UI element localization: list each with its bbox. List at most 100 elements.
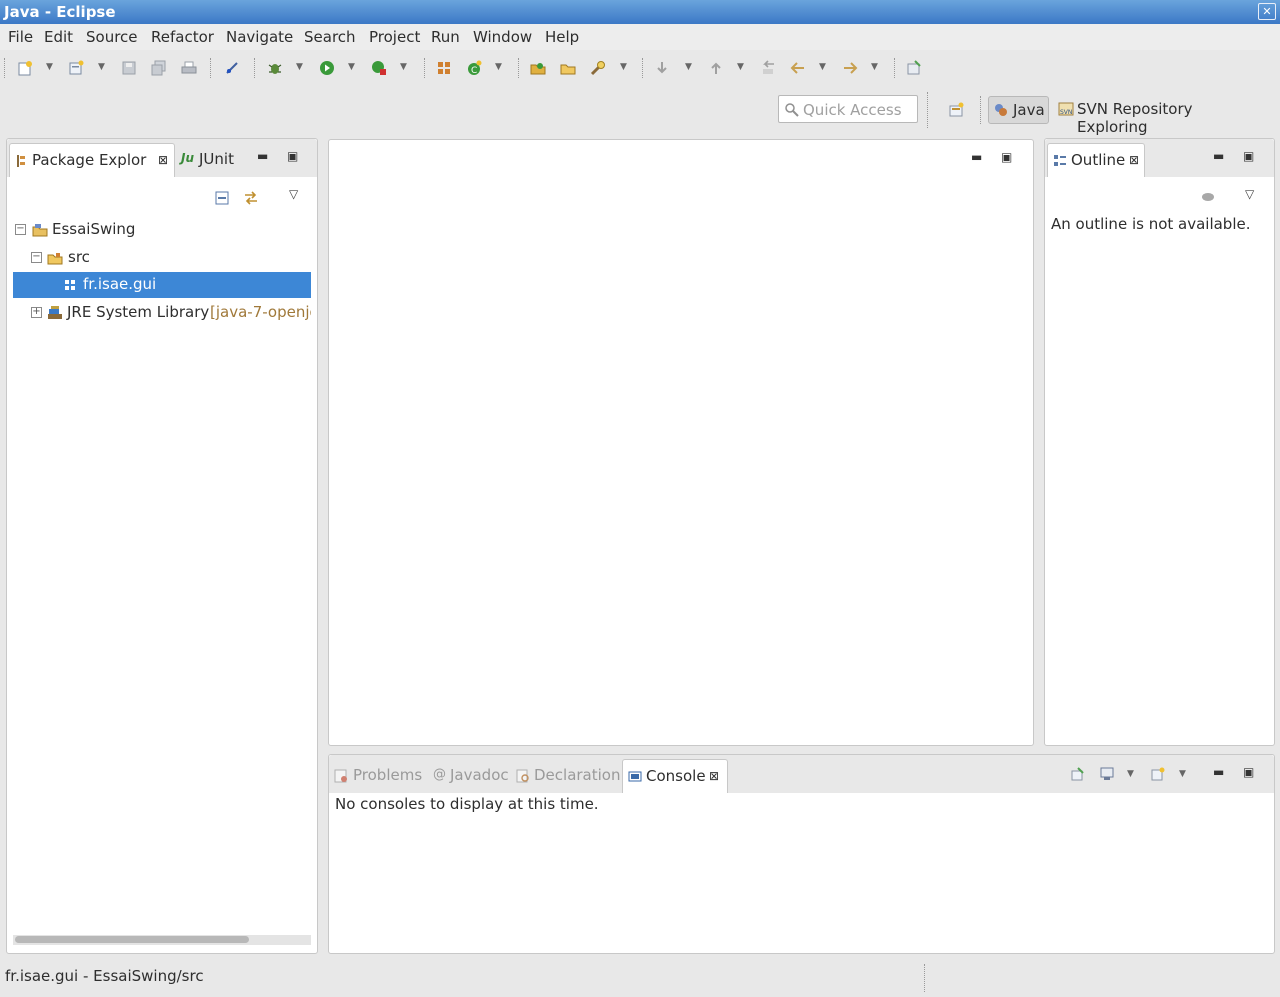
forward-icon[interactable]	[842, 60, 858, 76]
collapse-all-icon[interactable]	[215, 191, 229, 205]
tab-javadoc[interactable]: @ Javadoc	[431, 759, 511, 793]
new-java-package-icon[interactable]	[436, 60, 452, 76]
collapse-toggle-icon[interactable]: −	[31, 252, 42, 263]
save-icon[interactable]	[121, 60, 137, 76]
toolbar-separator	[254, 58, 255, 78]
run-icon[interactable]	[319, 60, 335, 76]
minimize-icon[interactable]: ▬	[257, 150, 268, 162]
status-separator	[924, 964, 925, 992]
horizontal-scrollbar[interactable]	[13, 935, 311, 945]
status-text: fr.isae.gui - EssaiSwing/src	[5, 967, 204, 985]
menu-search[interactable]: Search	[304, 28, 356, 46]
package-icon	[65, 280, 75, 290]
forward-dropdown-icon[interactable]: ▼	[871, 62, 878, 72]
pin-console-icon[interactable]	[1071, 767, 1085, 781]
save-all-icon[interactable]	[151, 60, 167, 76]
close-tab-icon[interactable]: ⊠	[1129, 153, 1139, 167]
javadoc-icon: @	[433, 767, 446, 782]
tab-problems[interactable]: Problems	[331, 759, 429, 793]
open-resource-icon[interactable]	[560, 60, 576, 76]
toggle-breakpoint-icon[interactable]	[224, 60, 240, 76]
minimize-icon[interactable]: ▬	[971, 151, 982, 163]
new-icon[interactable]	[17, 60, 33, 76]
open-type-icon[interactable]	[530, 60, 546, 76]
maximize-icon[interactable]: ▣	[1243, 766, 1254, 778]
view-menu-icon[interactable]: ▽	[289, 187, 298, 201]
new-java-project-icon[interactable]	[68, 60, 84, 76]
quick-access-placeholder: Quick Access	[803, 101, 902, 119]
maximize-icon[interactable]: ▣	[287, 150, 298, 162]
last-edit-location-icon[interactable]	[760, 60, 776, 76]
new-dropdown-icon[interactable]: ▼	[46, 62, 53, 72]
source-folder-icon	[47, 253, 63, 265]
tab-declaration[interactable]: Declaration	[513, 759, 621, 793]
menu-window[interactable]: Window	[473, 28, 532, 46]
menu-source[interactable]: Source	[86, 28, 138, 46]
close-window-button[interactable]: ✕	[1258, 3, 1276, 20]
back-icon[interactable]	[790, 60, 806, 76]
run-external-tool-icon[interactable]	[371, 60, 387, 76]
tree-item-package[interactable]: fr.isae.gui	[13, 272, 311, 298]
search-dropdown-icon[interactable]: ▼	[620, 62, 627, 72]
collapse-toggle-icon[interactable]: −	[15, 224, 26, 235]
tab-junit[interactable]: Ju JUnit	[179, 143, 245, 177]
close-tab-icon[interactable]: ⊠	[158, 153, 168, 167]
debug-dropdown-icon[interactable]: ▼	[296, 62, 303, 72]
expand-toggle-icon[interactable]: +	[31, 307, 42, 318]
tab-declaration-label: Declaration	[534, 766, 621, 784]
new-project-dropdown-icon[interactable]: ▼	[98, 62, 105, 72]
tree-item-src[interactable]: − src	[13, 245, 311, 271]
open-perspective-icon[interactable]	[948, 102, 964, 118]
close-tab-icon[interactable]: ⊠	[709, 769, 719, 783]
declaration-icon	[516, 769, 529, 783]
display-console-dropdown-icon[interactable]: ▼	[1127, 769, 1134, 779]
open-console-dropdown-icon[interactable]: ▼	[1179, 769, 1186, 779]
outline-message: An outline is not available.	[1051, 215, 1251, 233]
previous-annotation-dropdown-icon[interactable]: ▼	[737, 62, 744, 72]
link-with-editor-icon[interactable]	[243, 190, 259, 206]
run-dropdown-icon[interactable]: ▼	[348, 62, 355, 72]
previous-annotation-icon[interactable]	[708, 60, 724, 76]
back-dropdown-icon[interactable]: ▼	[819, 62, 826, 72]
junit-icon: Ju	[181, 151, 195, 165]
debug-icon[interactable]	[267, 60, 283, 76]
tab-outline[interactable]: Outline ⊠	[1047, 143, 1145, 177]
svn-perspective-button[interactable]: SVN SVN Repository Exploring	[1056, 96, 1266, 136]
next-annotation-icon[interactable]	[654, 60, 670, 76]
java-project-icon	[32, 224, 48, 237]
external-tool-dropdown-icon[interactable]: ▼	[400, 62, 407, 72]
view-menu-icon[interactable]: ▽	[1245, 187, 1254, 201]
new-class-dropdown-icon[interactable]: ▼	[495, 62, 502, 72]
tree-jre-label: JRE System Library	[67, 303, 210, 321]
menu-edit[interactable]: Edit	[44, 28, 73, 46]
menu-refactor[interactable]: Refactor	[151, 28, 214, 46]
editor-area[interactable]: ▬ ▣	[328, 139, 1034, 746]
menu-help[interactable]: Help	[545, 28, 579, 46]
maximize-icon[interactable]: ▣	[1243, 150, 1254, 162]
minimize-icon[interactable]: ▬	[1213, 150, 1224, 162]
quick-access-field[interactable]: Quick Access	[778, 95, 918, 123]
title-bar: Java - Eclipse ✕	[0, 0, 1280, 24]
tab-console[interactable]: Console ⊠	[622, 759, 728, 793]
display-selected-console-icon[interactable]	[1100, 767, 1114, 781]
search-icon[interactable]	[590, 60, 606, 76]
menu-project[interactable]: Project	[369, 28, 420, 46]
pin-editor-icon[interactable]	[906, 60, 922, 76]
tree-item-jre[interactable]: + JRE System Library [java-7-openjd	[13, 300, 311, 326]
focus-icon[interactable]	[1201, 191, 1215, 203]
scrollbar-thumb[interactable]	[15, 936, 249, 943]
tree-project-label: EssaiSwing	[52, 220, 136, 238]
next-annotation-dropdown-icon[interactable]: ▼	[685, 62, 692, 72]
toolbar-separator	[518, 58, 519, 78]
tab-package-explorer[interactable]: Package Explor ⊠	[9, 143, 175, 177]
menu-file[interactable]: File	[8, 28, 33, 46]
minimize-icon[interactable]: ▬	[1213, 766, 1224, 778]
tree-item-project[interactable]: − EssaiSwing	[13, 217, 311, 243]
java-perspective-button[interactable]: Java	[988, 96, 1049, 124]
open-console-icon[interactable]	[1151, 767, 1165, 781]
maximize-icon[interactable]: ▣	[1001, 151, 1012, 163]
menu-run[interactable]: Run	[431, 28, 460, 46]
new-java-class-icon[interactable]: C	[466, 60, 482, 76]
menu-navigate[interactable]: Navigate	[226, 28, 293, 46]
print-icon[interactable]	[181, 60, 197, 76]
